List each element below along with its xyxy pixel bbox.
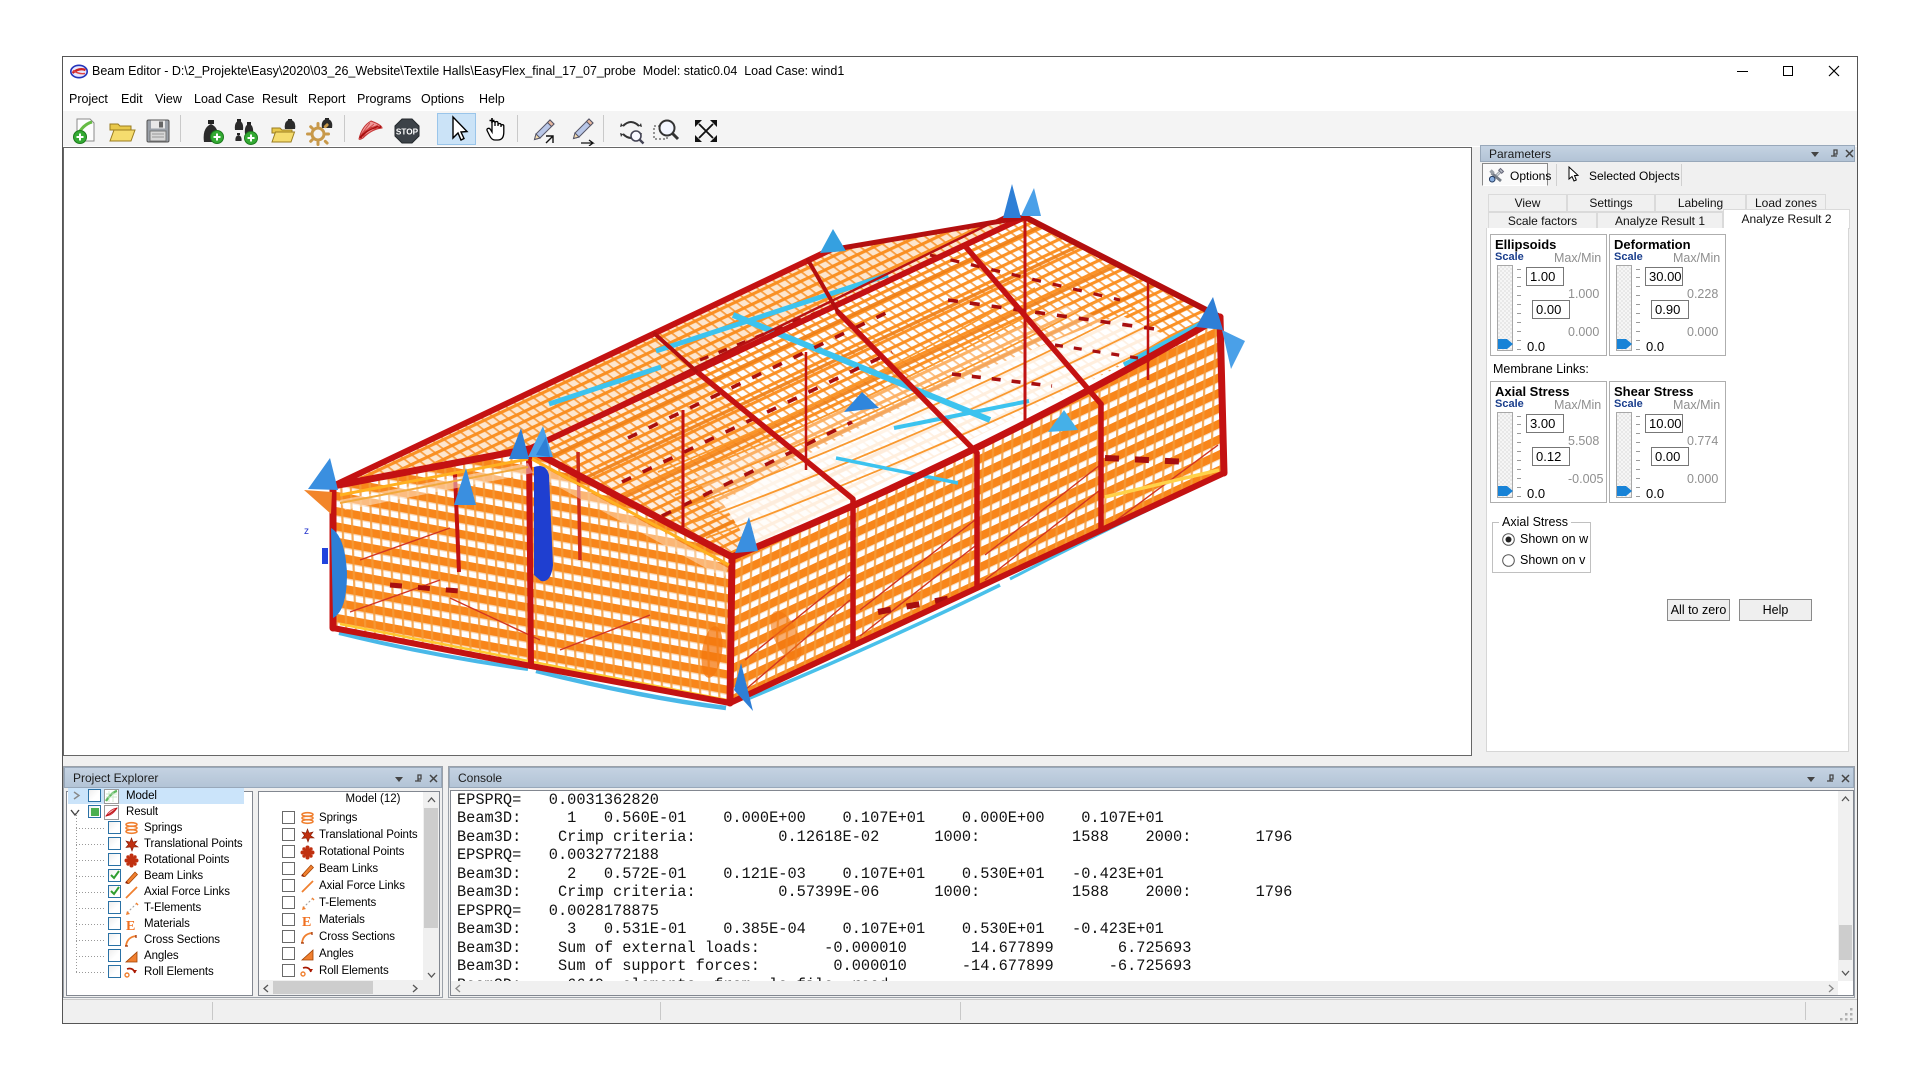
svg-text:E: E [302,915,311,928]
svg-text:STOP: STOP [396,128,419,137]
svg-text:E: E [126,919,135,932]
svg-text:z: z [304,526,309,537]
